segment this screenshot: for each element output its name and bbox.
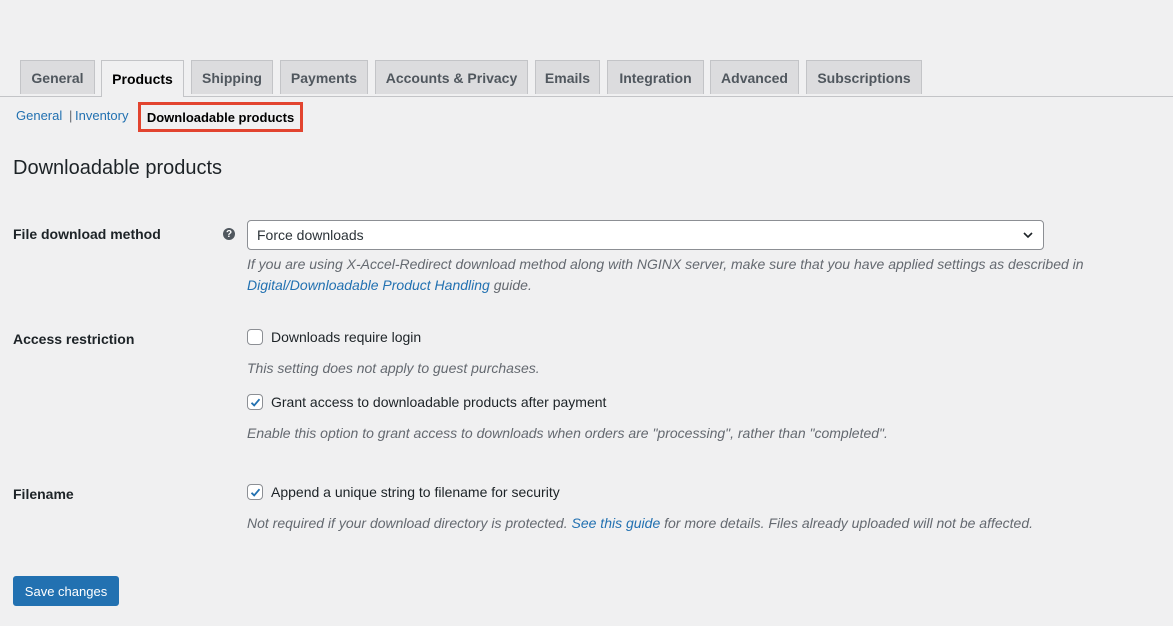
see-this-guide-link[interactable]: See this guide — [572, 515, 661, 531]
append-unique-string-label[interactable]: Append a unique string to filename for s… — [271, 484, 560, 500]
checkmark-icon — [250, 488, 261, 497]
chevron-down-icon — [1023, 232, 1033, 239]
tab-shipping[interactable]: Shipping — [191, 60, 273, 94]
tab-subscriptions[interactable]: Subscriptions — [806, 60, 922, 94]
downloadable-product-handling-link[interactable]: Digital/Downloadable Product Handling — [247, 277, 490, 293]
file-download-method-label: File download method — [13, 226, 161, 242]
file-download-desc-suffix: guide. — [493, 277, 532, 293]
file-download-method-select[interactable]: Force downloads — [247, 220, 1044, 250]
downloads-require-login-label[interactable]: Downloads require login — [271, 329, 421, 345]
subnav-inventory-link[interactable]: Inventory — [75, 108, 128, 123]
checkmark-icon — [250, 398, 261, 407]
file-download-method-value: Force downloads — [257, 227, 364, 243]
filename-description: Not required if your download directory … — [247, 513, 1033, 534]
access-restriction-label: Access restriction — [13, 331, 135, 347]
question-circle-icon[interactable]: ? — [223, 228, 235, 240]
filename-desc-suffix: for more details. Files already uploaded… — [664, 515, 1033, 531]
tab-accounts-privacy[interactable]: Accounts & Privacy — [375, 60, 528, 94]
subnav-current-downloadable-products[interactable]: Downloadable products — [138, 102, 303, 132]
append-unique-string-checkbox[interactable] — [247, 484, 263, 500]
require-login-description: This setting does not apply to guest pur… — [247, 360, 540, 376]
tab-advanced[interactable]: Advanced — [710, 60, 799, 94]
settings-tab-bar: General Products Shipping Payments Accou… — [0, 60, 1173, 97]
grant-access-label[interactable]: Grant access to downloadable products af… — [271, 394, 606, 410]
tab-payments[interactable]: Payments — [280, 60, 368, 94]
tab-general[interactable]: General — [20, 60, 95, 94]
downloads-require-login-checkbox[interactable] — [247, 329, 263, 345]
filename-desc-prefix: Not required if your download directory … — [247, 515, 568, 531]
file-download-desc-text: If you are using X-Accel-Redirect downlo… — [247, 256, 1084, 272]
grant-access-description: Enable this option to grant access to do… — [247, 425, 888, 441]
file-download-method-description: If you are using X-Accel-Redirect downlo… — [247, 254, 1147, 296]
subnav-separator: | — [69, 108, 73, 123]
downloads-require-login-row: Downloads require login — [247, 329, 421, 345]
append-unique-string-row: Append a unique string to filename for s… — [247, 484, 560, 500]
section-title: Downloadable products — [13, 157, 223, 179]
tab-emails[interactable]: Emails — [535, 60, 600, 94]
grant-access-checkbox[interactable] — [247, 394, 263, 410]
subnav-general-link[interactable]: General — [16, 108, 62, 123]
save-changes-button[interactable]: Save changes — [13, 576, 119, 606]
filename-label: Filename — [13, 486, 74, 502]
grant-access-row: Grant access to downloadable products af… — [247, 394, 606, 410]
tab-products[interactable]: Products — [101, 60, 184, 97]
tab-integration[interactable]: Integration — [607, 60, 704, 94]
